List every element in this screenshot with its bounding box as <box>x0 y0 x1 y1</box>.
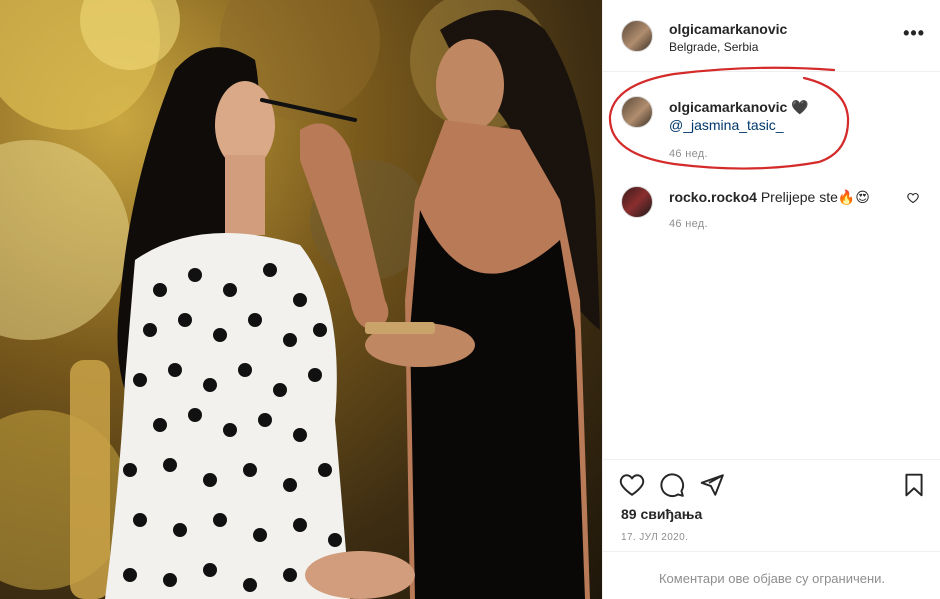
share-icon[interactable] <box>699 472 725 498</box>
instagram-post: olgicamarkanovic Belgrade, Serbia ••• ol… <box>0 0 940 599</box>
comments-disabled-notice: Коментари ове објаве су ограничени. <box>603 551 940 599</box>
comment-body: Prelijepe ste🔥😍 <box>760 189 870 205</box>
comment-icon[interactable] <box>659 472 685 498</box>
author-avatar[interactable] <box>621 20 653 52</box>
caption-username[interactable]: olgicamarkanovic <box>669 99 787 115</box>
comment-like-heart-icon[interactable] <box>907 192 919 204</box>
comment-time[interactable]: 46 нед. <box>669 218 708 230</box>
caption-mention[interactable]: @_jasmina_tasic_ <box>669 117 784 133</box>
caption-time[interactable]: 46 нед. <box>669 148 708 160</box>
author-username[interactable]: olgicamarkanovic <box>669 21 787 37</box>
likes-count[interactable]: 89 свиђања <box>621 506 702 522</box>
post-panel: olgicamarkanovic Belgrade, Serbia ••• ol… <box>602 0 940 599</box>
post-header: olgicamarkanovic Belgrade, Serbia ••• <box>603 0 940 72</box>
post-actions: 89 свиђања 17. ЈУЛ 2020. <box>603 459 940 551</box>
post-location[interactable]: Belgrade, Serbia <box>669 40 758 54</box>
commenter-username[interactable]: rocko.rocko4 <box>669 189 757 205</box>
more-options-icon[interactable]: ••• <box>903 24 925 42</box>
comment-text: rocko.rocko4 Prelijepe ste🔥😍 <box>669 188 909 206</box>
caption-text: olgicamarkanovic 🖤 @_jasmina_tasic_ <box>669 98 909 134</box>
heart-icon[interactable] <box>619 472 645 498</box>
post-date[interactable]: 17. ЈУЛ 2020. <box>621 532 688 543</box>
bookmark-icon[interactable] <box>901 472 927 498</box>
photo-illustration <box>0 0 600 599</box>
caption-avatar[interactable] <box>621 96 653 128</box>
commenter-avatar[interactable] <box>621 186 653 218</box>
post-photo[interactable] <box>0 0 602 599</box>
black-heart-emoji: 🖤 <box>791 99 809 115</box>
